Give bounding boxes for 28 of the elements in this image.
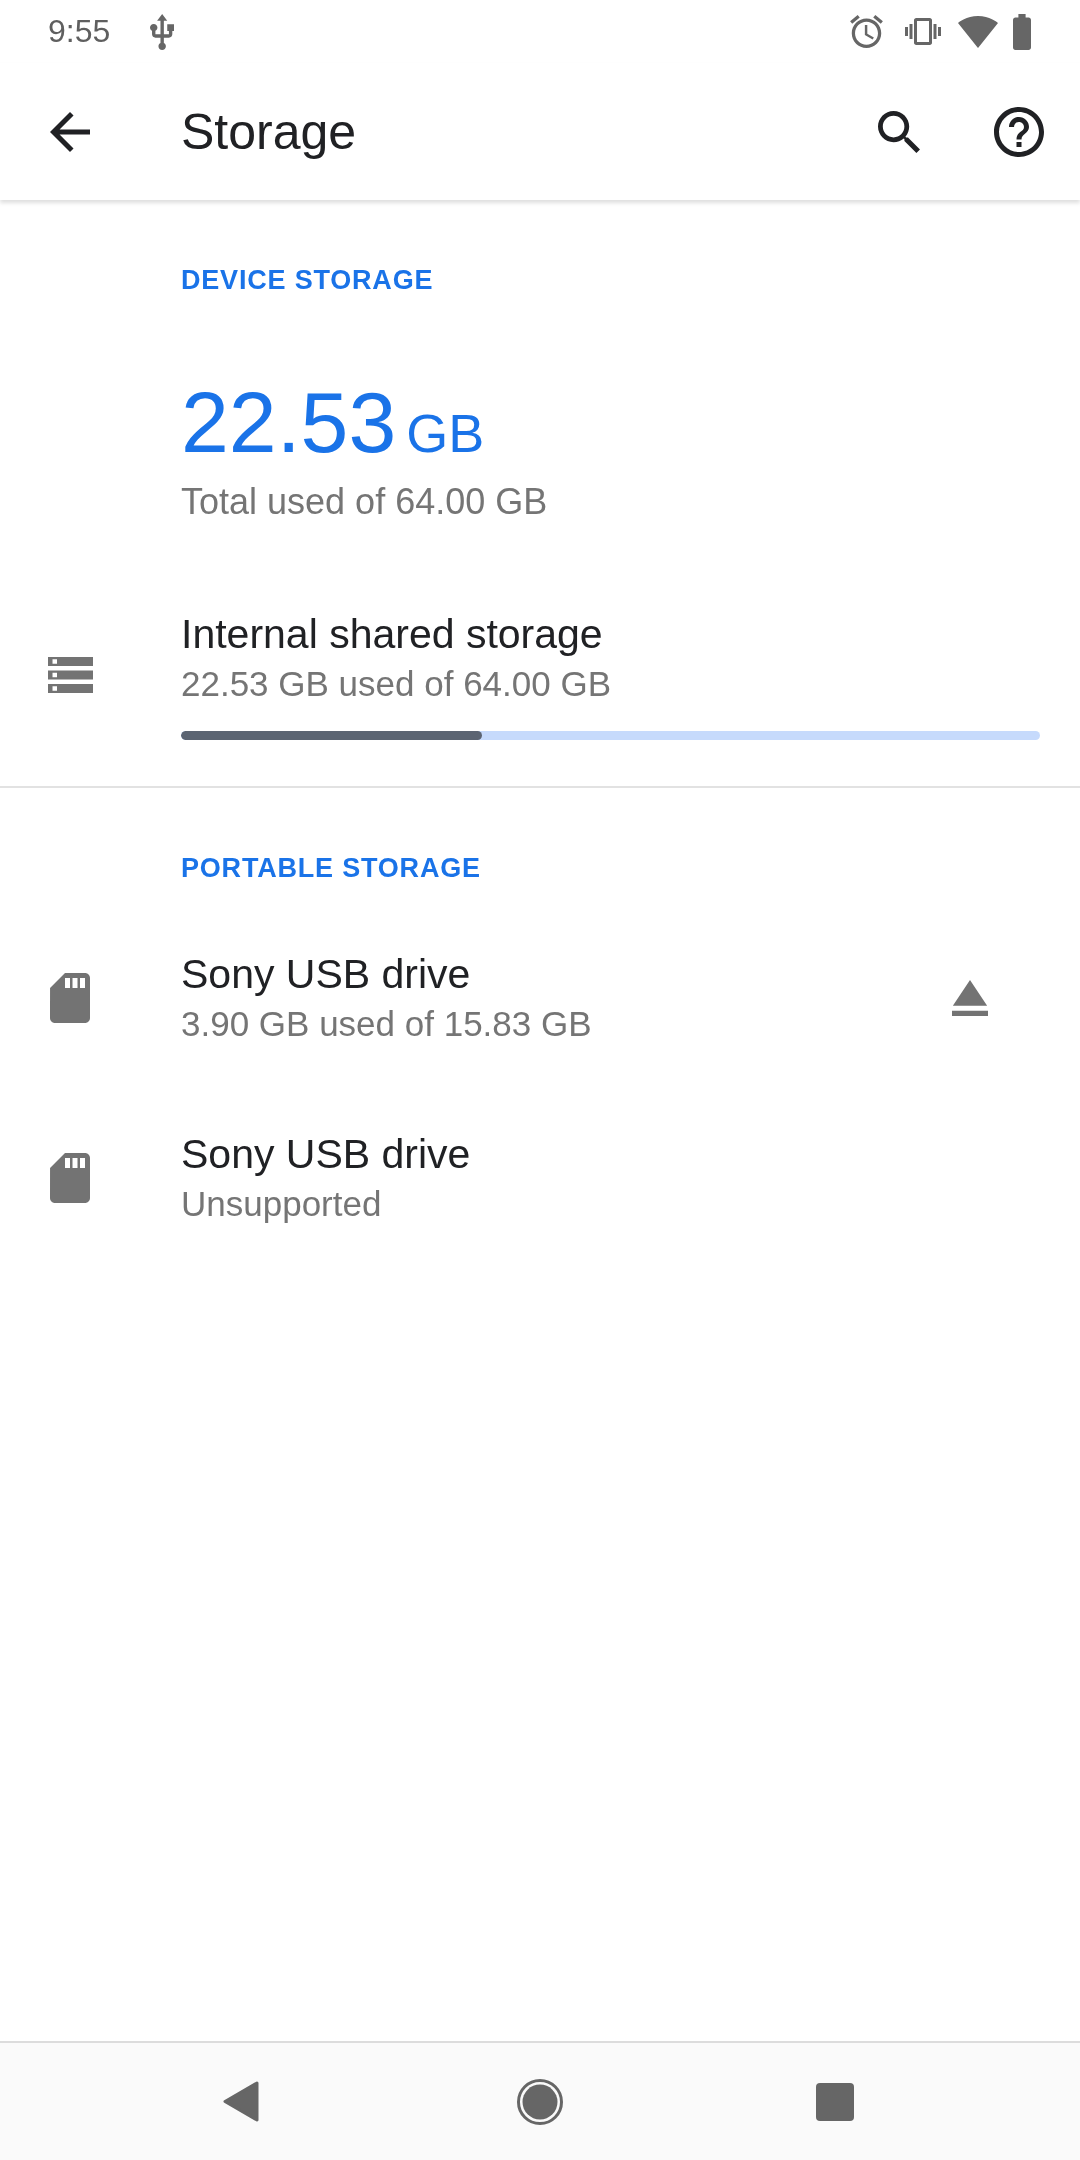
volume-summary: 3.90 GB used of 15.83 GB xyxy=(181,1003,592,1045)
vibrate-icon xyxy=(905,18,941,45)
volume-title: Internal shared storage xyxy=(181,610,603,658)
battery-icon xyxy=(1013,13,1031,50)
volume-summary: 22.53 GB used of 64.00 GB xyxy=(181,663,611,705)
volume-summary: Unsupported xyxy=(181,1183,382,1225)
square-icon[interactable] xyxy=(816,2082,854,2121)
wifi-icon xyxy=(958,15,998,48)
screen-title: Storage xyxy=(181,102,357,161)
total-used-value: 22.53 xyxy=(181,373,397,472)
sd-card-icon xyxy=(50,973,90,1023)
sd-card-icon xyxy=(50,1153,90,1203)
home-ring-icon[interactable] xyxy=(517,2078,563,2125)
eject-icon[interactable] xyxy=(952,980,988,1016)
total-used-caption: Total used of 64.00 GB xyxy=(181,480,549,524)
section-header: PORTABLE STORAGE xyxy=(181,852,482,885)
section-header: DEVICE STORAGE xyxy=(181,264,435,297)
back-triangle-icon[interactable] xyxy=(223,2081,259,2122)
status-time: 9:55 xyxy=(48,13,111,50)
volume-title: Sony USB drive xyxy=(181,950,471,998)
stacked-drives-icon xyxy=(47,657,93,693)
usb-icon xyxy=(150,13,175,50)
total-used-unit: GB xyxy=(406,403,485,463)
alarm-clock-icon xyxy=(850,15,883,48)
back-arrow-icon[interactable] xyxy=(50,111,90,152)
search-icon[interactable] xyxy=(878,110,920,153)
question-mark-icon[interactable] xyxy=(994,106,1044,157)
volume-title: Sony USB drive xyxy=(181,1130,471,1178)
